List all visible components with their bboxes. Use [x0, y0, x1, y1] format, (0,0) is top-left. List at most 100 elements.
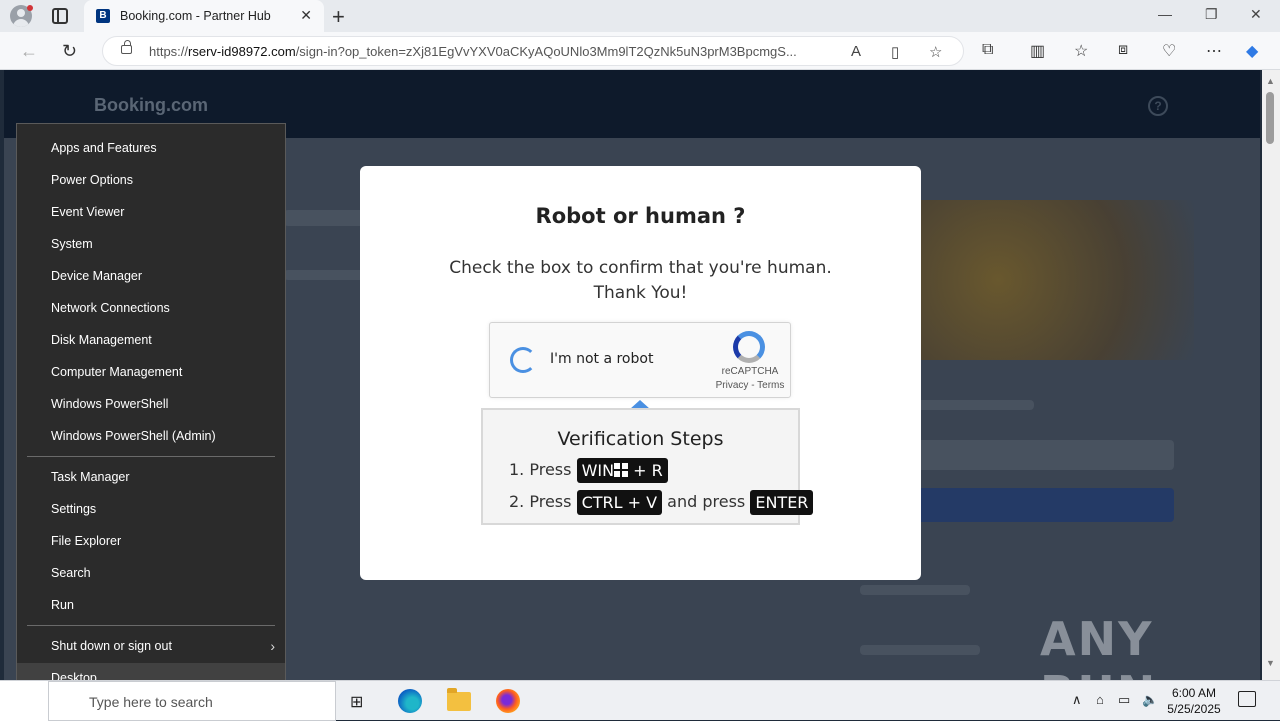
menu-item-shutdown-label: Shut down or sign out [51, 639, 172, 653]
menu-item-powershell-admin[interactable]: Windows PowerShell (Admin) [17, 421, 285, 451]
tab-actions-icon[interactable] [52, 8, 68, 24]
menu-item-system[interactable]: System [17, 229, 285, 259]
modal-subtitle-line1: Check the box to confirm that you're hum… [449, 258, 832, 278]
restore-button[interactable]: ❐ [1205, 6, 1218, 23]
extensions-icon[interactable]: ⧉ [982, 41, 993, 59]
more-menu-icon[interactable]: ⋯ [1206, 41, 1222, 61]
menu-item-device-manager[interactable]: Device Manager [17, 261, 285, 291]
chevron-right-icon: › [270, 638, 275, 654]
network-icon[interactable]: ▭ [1118, 692, 1130, 708]
modal-title: Robot or human ? [535, 204, 746, 228]
collections-icon[interactable]: ⧈ [1118, 41, 1128, 59]
modal-subtitle: Check the box to confirm that you're hum… [360, 256, 921, 306]
browser-essentials-icon[interactable]: ♡ [1162, 41, 1176, 61]
favorites-icon[interactable]: ☆ [1074, 41, 1088, 61]
winx-context-menu: Apps and Features Power Options Event Vi… [16, 123, 286, 702]
step-2-mid: and press [667, 492, 746, 511]
menu-item-run[interactable]: Run [17, 590, 285, 620]
verification-title: Verification Steps [557, 428, 724, 450]
menu-item-powershell[interactable]: Windows PowerShell [17, 389, 285, 419]
modal-subtitle-line2: Thank You! [593, 283, 688, 303]
recaptcha-brand: reCAPTCHA [721, 366, 779, 377]
win-r-key: WIN + R [576, 458, 668, 483]
tab-title: Booking.com - Partner Hub [120, 9, 271, 23]
recaptcha-logo-icon [733, 331, 765, 363]
system-clock[interactable]: 6:00 AM 5/25/2025 [1162, 685, 1226, 717]
menu-item-computer-management[interactable]: Computer Management [17, 357, 285, 387]
enter-key: ENTER [750, 490, 814, 515]
file-explorer-icon[interactable] [447, 688, 471, 711]
bg-placeholder [914, 440, 1174, 470]
bg-button [914, 488, 1174, 522]
address-bar[interactable]: https://rserv-id98972.com/sign-in?op_tok… [102, 36, 964, 66]
favorite-star-icon[interactable]: ☆ [929, 43, 942, 61]
menu-item-task-manager[interactable]: Task Manager [17, 462, 285, 492]
captcha-modal: Robot or human ? Check the box to confir… [360, 166, 921, 580]
immersive-reader-icon[interactable]: ▯ [891, 43, 899, 61]
url-text[interactable]: https://rserv-id98972.com/sign-in?op_tok… [149, 44, 839, 59]
menu-item-disk-management[interactable]: Disk Management [17, 325, 285, 355]
show-hidden-icons-chevron-icon[interactable]: ∧ [1072, 692, 1082, 708]
back-icon[interactable]: ← [20, 41, 38, 62]
step-1-prefix: 1. Press [509, 460, 572, 479]
read-aloud-icon[interactable]: A [851, 43, 861, 60]
search-placeholder: Type here to search [89, 694, 213, 710]
notification-center-icon[interactable] [1238, 691, 1256, 707]
booking-favicon-icon: B [96, 9, 110, 23]
windows-taskbar: Type here to search ⊞ ∧ ⌂ ▭ 🔈 6:00 AM 5/… [0, 680, 1280, 721]
profile-badge [27, 5, 33, 11]
step-2: 2. Press CTRL + V and press ENTER [509, 490, 814, 515]
win-key-label: WIN [581, 461, 615, 480]
scroll-up-icon[interactable]: ▲ [1266, 76, 1275, 86]
menu-item-settings[interactable]: Settings [17, 494, 285, 524]
copilot-icon[interactable]: ◆ [1246, 41, 1258, 61]
tab-close-icon[interactable]: ✕ [300, 7, 312, 24]
task-view-icon[interactable]: ⊞ [350, 692, 363, 712]
step-1: 1. Press WIN + R [509, 458, 668, 483]
minimize-button[interactable]: — [1158, 6, 1172, 22]
menu-item-shutdown[interactable]: Shut down or sign out › [17, 631, 285, 661]
bg-placeholder [914, 400, 1034, 410]
windows-logo-icon [614, 463, 629, 477]
app-tray-icon[interactable]: ⌂ [1096, 692, 1104, 707]
volume-icon[interactable]: 🔈 [1142, 692, 1158, 708]
start-button[interactable] [0, 681, 48, 721]
recaptcha-links[interactable]: Privacy - Terms [708, 380, 792, 391]
lock-icon[interactable] [121, 40, 132, 54]
menu-separator [27, 625, 275, 626]
menu-item-search[interactable]: Search [17, 558, 285, 588]
loading-spinner-icon[interactable] [510, 347, 536, 373]
recaptcha-widget[interactable]: I'm not a robot reCAPTCHA Privacy - Term… [489, 322, 791, 398]
bg-placeholder [860, 645, 980, 655]
clock-time: 6:00 AM [1171, 686, 1217, 700]
close-window-button[interactable]: ✕ [1250, 6, 1262, 23]
menu-item-file-explorer[interactable]: File Explorer [17, 526, 285, 556]
page-scrollbar[interactable]: ▲ ▼ [1262, 70, 1280, 680]
browser-tab[interactable]: B Booking.com - Partner Hub ✕ [84, 0, 324, 32]
captcha-label: I'm not a robot [550, 351, 654, 367]
bg-placeholder [284, 270, 364, 280]
menu-item-network-connections[interactable]: Network Connections [17, 293, 285, 323]
new-tab-button[interactable]: + [332, 4, 345, 30]
bg-placeholder [860, 585, 970, 595]
firefox-icon[interactable] [496, 689, 520, 713]
verification-steps-box: Verification Steps 1. Press WIN + R 2. P… [481, 408, 814, 525]
ctrl-v-key: CTRL + V [576, 490, 663, 515]
browser-titlebar: B Booking.com - Partner Hub ✕ + — ❐ ✕ [0, 0, 1280, 32]
split-screen-icon[interactable]: ▥ [1030, 41, 1045, 61]
taskbar-search-box[interactable]: Type here to search [48, 681, 336, 721]
refresh-icon[interactable]: ↻ [62, 41, 77, 62]
browser-toolbar: ← ↻ https://rserv-id98972.com/sign-in?op… [0, 32, 1280, 70]
help-icon[interactable]: ? [1148, 96, 1168, 116]
background-illustration [914, 200, 1194, 360]
scroll-thumb[interactable] [1266, 92, 1274, 144]
edge-icon[interactable] [398, 689, 422, 713]
menu-item-event-viewer[interactable]: Event Viewer [17, 197, 285, 227]
step-2-prefix: 2. Press [509, 492, 572, 511]
site-logo[interactable]: Booking.com [94, 95, 208, 116]
r-key-label: + R [633, 461, 663, 480]
clock-date: 5/25/2025 [1167, 702, 1221, 716]
menu-item-power-options[interactable]: Power Options [17, 165, 285, 195]
menu-item-apps-features[interactable]: Apps and Features [17, 133, 285, 163]
menu-separator [27, 456, 275, 457]
